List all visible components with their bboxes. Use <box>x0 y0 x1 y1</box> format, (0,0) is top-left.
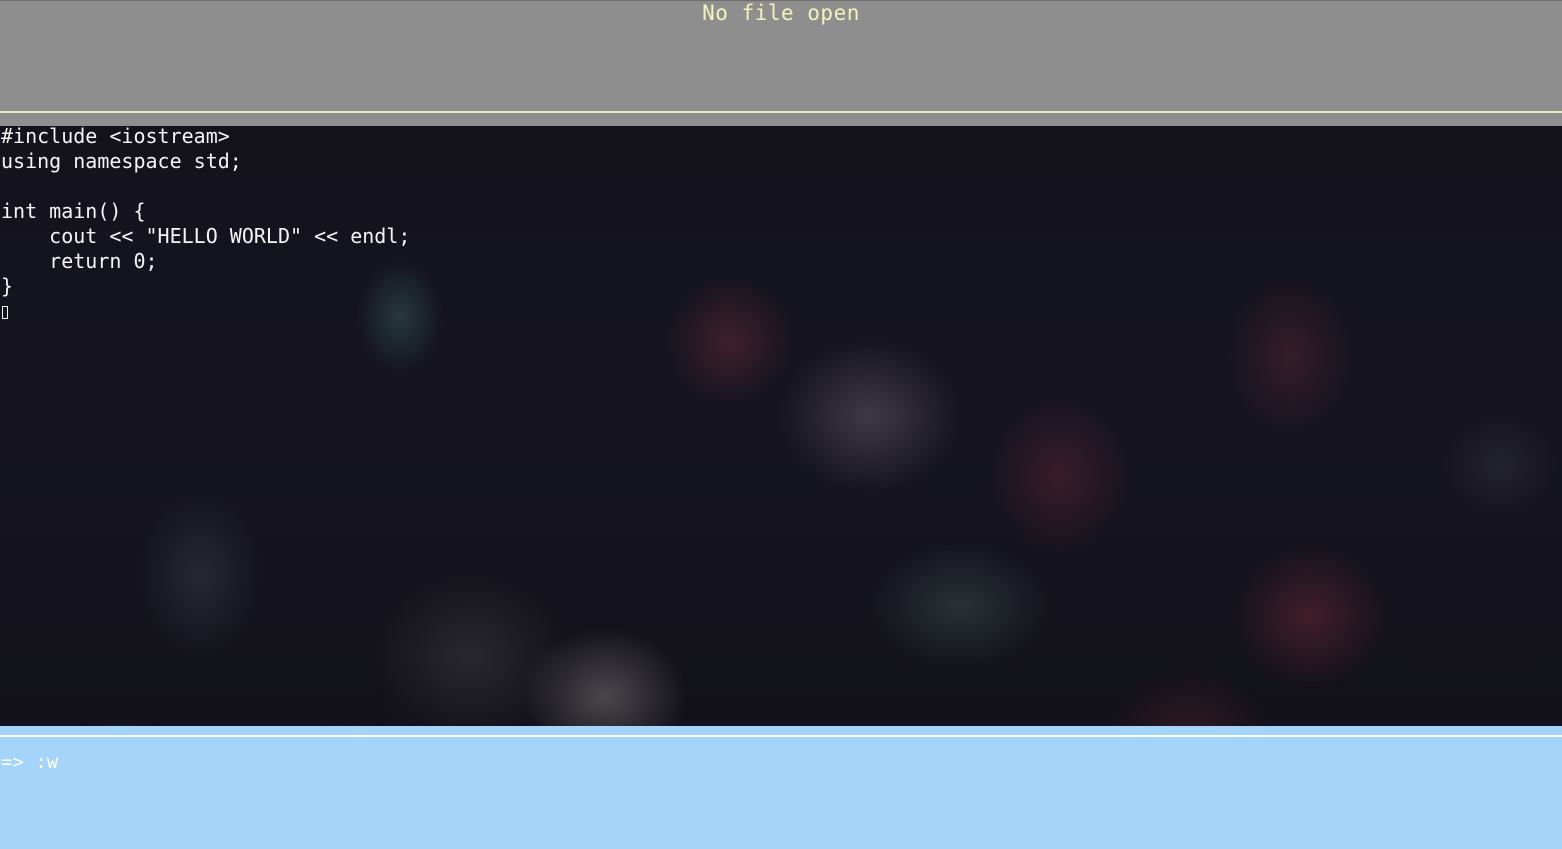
code-line[interactable] <box>1 174 410 199</box>
command-bar[interactable]: => :w <box>0 726 1562 849</box>
title-bar-gap <box>0 113 1562 126</box>
command-line[interactable]: => :w <box>1 750 58 774</box>
code-line[interactable]: } <box>1 274 410 299</box>
code-line[interactable]: int main() { <box>1 199 410 224</box>
code-editor[interactable]: #include <iostream> using namespace std; i… <box>0 126 1562 726</box>
code-line[interactable]: #include <iostream> <box>1 126 410 149</box>
text-cursor <box>2 306 8 319</box>
code-text[interactable]: #include <iostream> using namespace std; i… <box>1 126 410 299</box>
editor-window: No file open #include <iostream> using na… <box>0 0 1562 849</box>
command-prompt: => <box>1 751 24 773</box>
code-line[interactable]: cout << "HELLO WORLD" << endl; <box>1 224 410 249</box>
file-status-label: No file open <box>702 1 860 25</box>
command-input[interactable]: :w <box>35 751 58 773</box>
code-line[interactable]: using namespace std; <box>1 149 410 174</box>
code-line[interactable]: return 0; <box>1 249 410 274</box>
title-bar: No file open <box>0 0 1562 111</box>
command-divider <box>0 735 1562 737</box>
